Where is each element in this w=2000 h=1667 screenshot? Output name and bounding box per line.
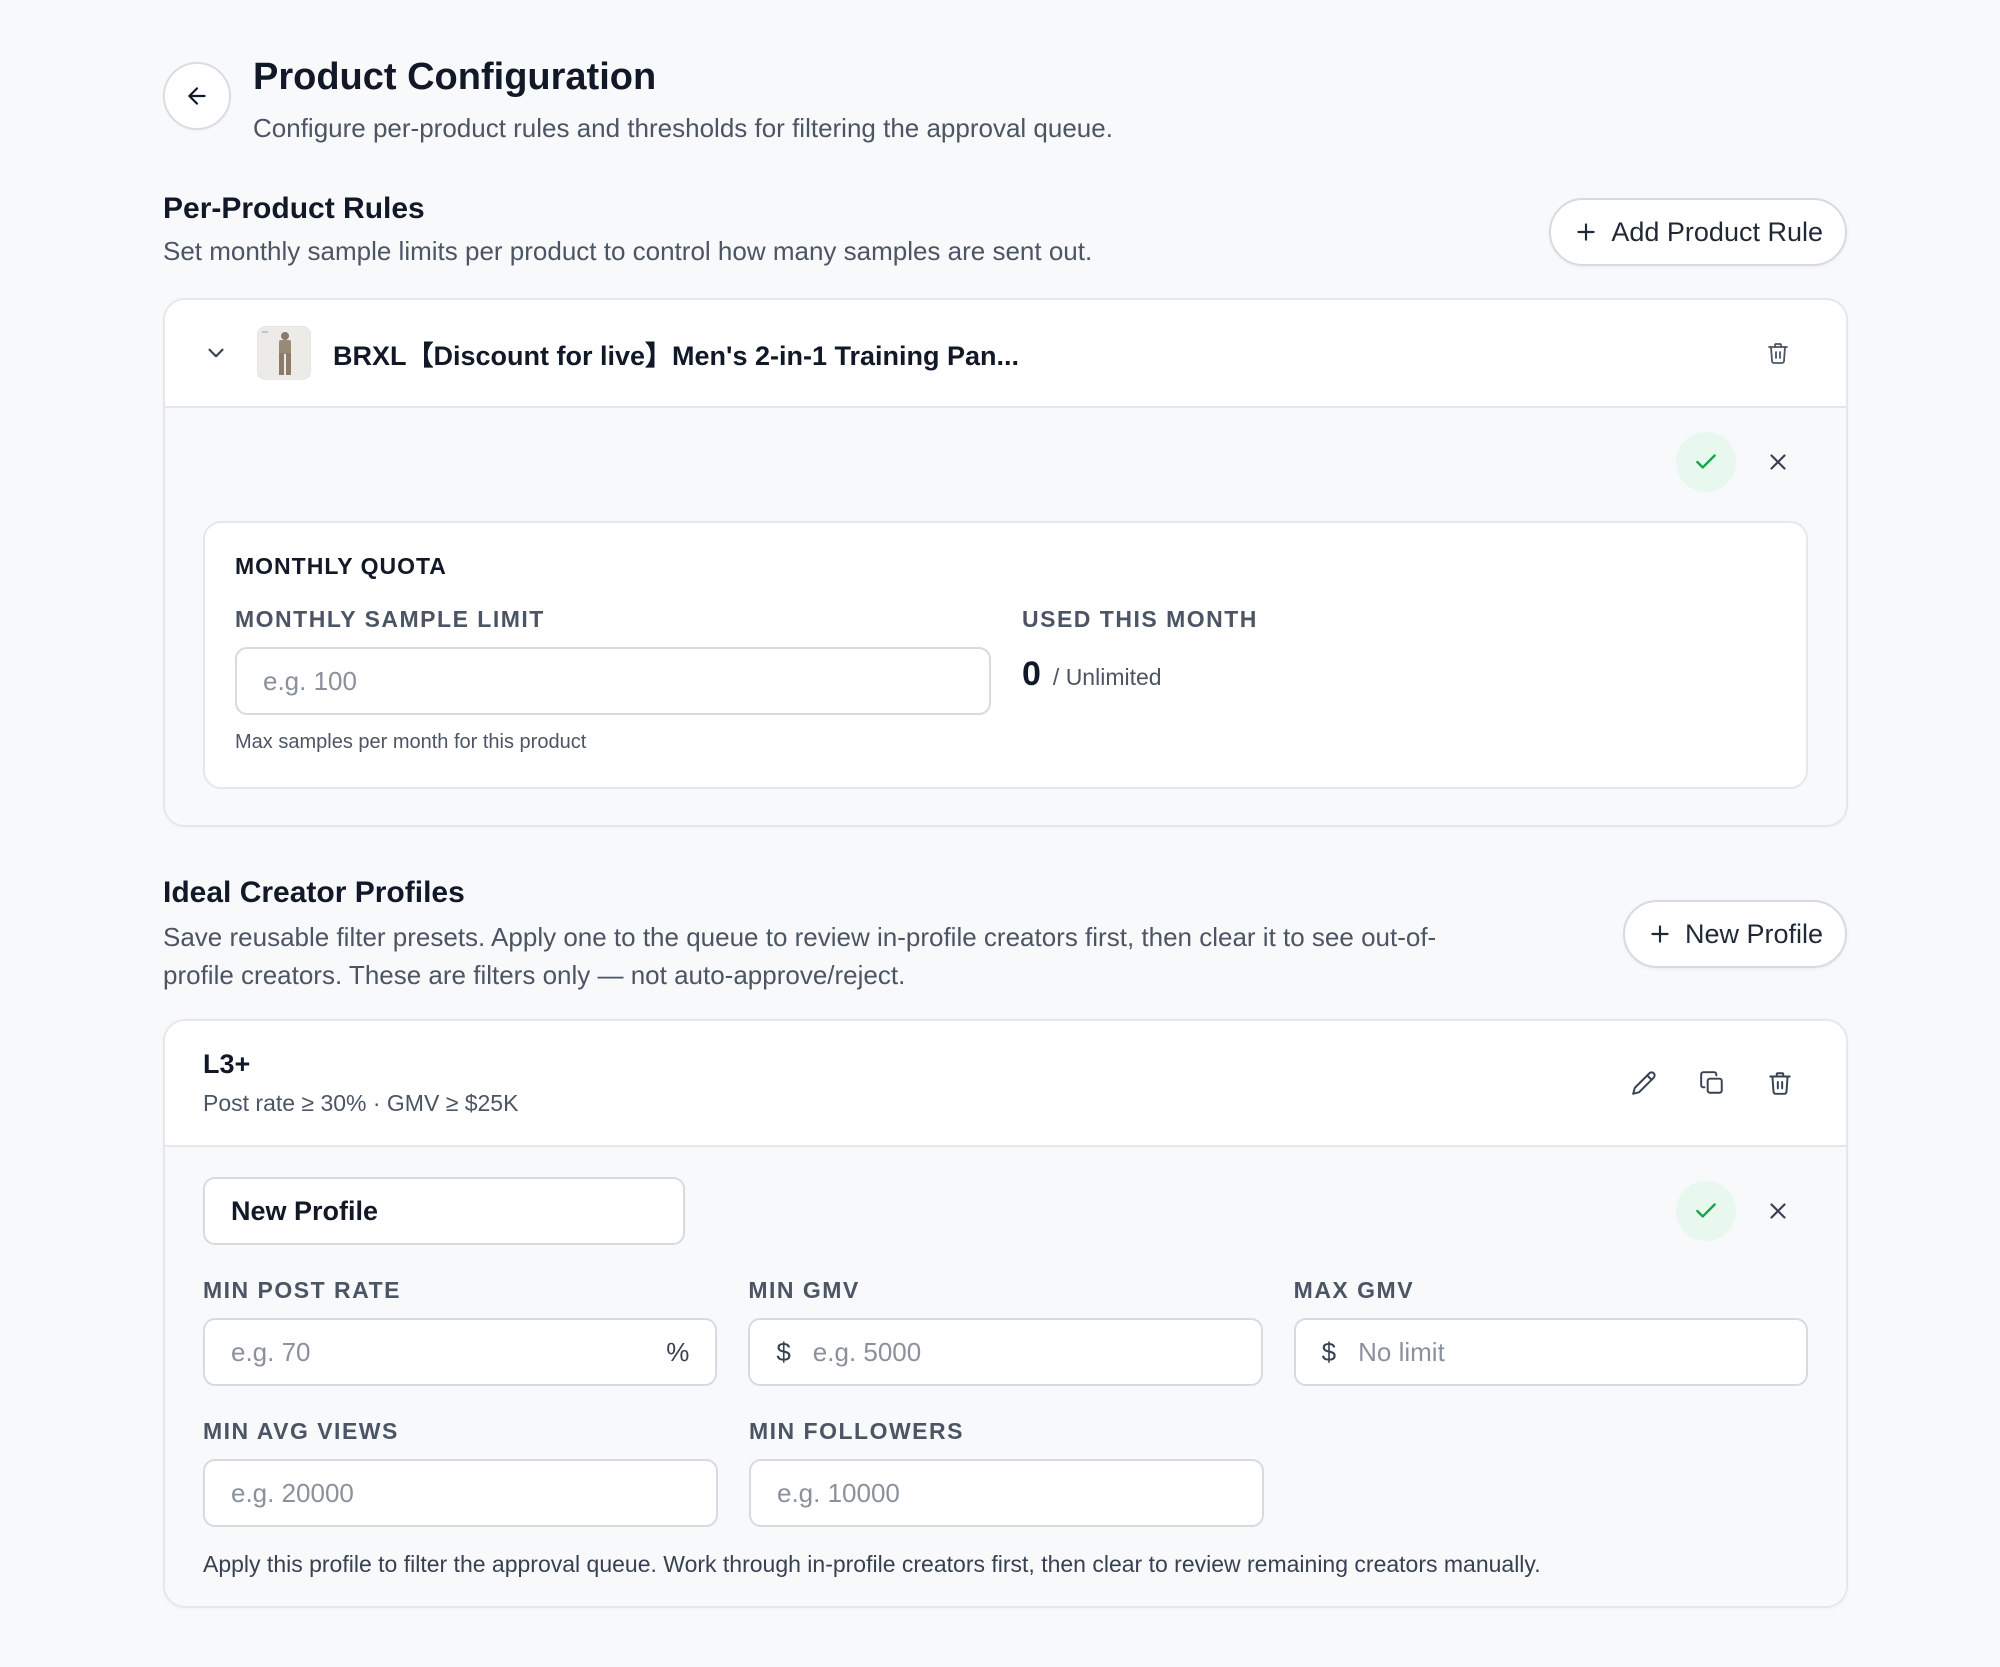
duplicate-profile-button[interactable] — [1684, 1055, 1740, 1111]
min-gmv-group: MIN GMV $ e.g. 5000 — [748, 1277, 1263, 1386]
min-followers-input[interactable]: e.g. 10000 — [749, 1459, 1264, 1527]
per-product-rules-description: Set monthly sample limits per product to… — [163, 236, 1093, 266]
close-icon — [1765, 449, 1791, 475]
copy-icon — [1699, 1070, 1725, 1096]
monthly-sample-limit-placeholder: e.g. 100 — [263, 665, 357, 696]
add-product-rule-button[interactable]: Add Product Rule — [1549, 198, 1847, 266]
creator-profile-header[interactable]: L3+ Post rate ≥ 30% · GMV ≥ $25K — [165, 1021, 1846, 1147]
min-gmv-placeholder: e.g. 5000 — [812, 1336, 922, 1367]
min-gmv-input[interactable]: $ e.g. 5000 — [748, 1318, 1263, 1386]
plus-icon — [1573, 219, 1599, 245]
trash-icon — [1767, 1070, 1793, 1096]
creator-profiles-header: Ideal Creator Profiles Save reusable fil… — [163, 874, 1847, 994]
min-followers-placeholder: e.g. 10000 — [777, 1477, 900, 1508]
profile-fields-row-2: MIN AVG VIEWS e.g. 20000 MIN FOLLOWERS e… — [203, 1418, 1808, 1527]
profile-fields-row-1: MIN POST RATE e.g. 70 % MIN GMV $ e.g. 5… — [203, 1277, 1808, 1386]
max-gmv-label: MAX GMV — [1293, 1277, 1415, 1303]
profile-editor: New Profile MIN POST RATE e.g. 70 % MIN … — [165, 1147, 1846, 1606]
max-gmv-group: MAX GMV $ No limit — [1293, 1277, 1808, 1386]
confirm-product-rule-button[interactable] — [1676, 432, 1736, 492]
creator-profile-info: L3+ Post rate ≥ 30% · GMV ≥ $25K — [203, 1049, 1616, 1117]
close-icon — [1765, 1198, 1791, 1224]
page-subtitle: Configure per-product rules and threshol… — [253, 113, 1113, 143]
used-count: 0 — [1022, 655, 1041, 693]
min-avg-views-group: MIN AVG VIEWS e.g. 20000 — [203, 1418, 718, 1527]
min-avg-views-label: MIN AVG VIEWS — [203, 1418, 399, 1444]
quota-fields: MONTHLY SAMPLE LIMIT e.g. 100 Max sample… — [235, 606, 1776, 754]
new-profile-label: New Profile — [1684, 918, 1823, 949]
used-this-month-value: 0 / Unlimited — [1022, 655, 1258, 694]
trash-icon — [1766, 341, 1790, 365]
per-product-rules-text: Per-Product Rules Set monthly sample lim… — [163, 190, 1092, 270]
product-rule-actions — [1676, 432, 1808, 492]
profile-name-value: New Profile — [231, 1195, 379, 1226]
creator-profiles-title: Ideal Creator Profiles — [163, 876, 465, 909]
max-gmv-placeholder: No limit — [1358, 1336, 1445, 1367]
plus-icon — [1647, 921, 1673, 947]
dollar-prefix: $ — [1321, 1336, 1337, 1367]
edit-profile-button[interactable] — [1616, 1055, 1672, 1111]
profile-footer-note: Apply this profile to filter the approva… — [203, 1551, 1541, 1577]
delete-product-rule-button[interactable] — [1750, 325, 1806, 381]
min-followers-label: MIN FOLLOWERS — [749, 1418, 964, 1444]
profile-editor-actions — [1676, 1181, 1808, 1241]
cancel-product-rule-button[interactable] — [1748, 432, 1808, 492]
check-icon — [1693, 449, 1719, 475]
max-gmv-input[interactable]: $ No limit — [1293, 1318, 1808, 1386]
save-profile-button[interactable] — [1676, 1181, 1736, 1241]
page-title: Product Configuration — [253, 56, 657, 98]
profile-name-input[interactable]: New Profile — [203, 1177, 685, 1245]
monthly-sample-limit-helper: Max samples per month for this product — [235, 731, 587, 753]
monthly-quota-box: MONTHLY QUOTA MONTHLY SAMPLE LIMIT e.g. … — [203, 521, 1808, 789]
used-this-month-group: USED THIS MONTH 0 / Unlimited — [1022, 606, 1258, 754]
creator-profiles-description-line2: profile creators. These are filters only… — [163, 960, 906, 990]
check-icon — [1693, 1198, 1719, 1224]
product-name: BRXL【Discount for live】Men's 2-in-1 Trai… — [333, 340, 1020, 371]
add-product-rule-label: Add Product Rule — [1611, 216, 1823, 247]
creator-profile-actions — [1616, 1055, 1808, 1111]
product-rule-body: MONTHLY QUOTA MONTHLY SAMPLE LIMIT e.g. … — [165, 408, 1846, 825]
product-configuration-page: Product Configuration Configure per-prod… — [0, 0, 2000, 1667]
min-avg-views-placeholder: e.g. 20000 — [231, 1477, 354, 1508]
creator-profiles-description: Save reusable filter presets. Apply one … — [163, 918, 1583, 994]
creator-profiles-description-line1: Save reusable filter presets. Apply one … — [163, 922, 1437, 952]
chevron-down-icon[interactable] — [203, 340, 229, 366]
cancel-profile-button[interactable] — [1748, 1181, 1808, 1241]
pencil-icon — [1631, 1070, 1657, 1096]
min-post-rate-label: MIN POST RATE — [203, 1277, 401, 1303]
new-profile-button[interactable]: New Profile — [1622, 900, 1847, 968]
arrow-left-icon — [184, 83, 210, 109]
per-product-rules-title: Per-Product Rules — [163, 192, 425, 225]
monthly-sample-limit-input[interactable]: e.g. 100 — [235, 647, 991, 715]
percent-suffix: % — [666, 1336, 690, 1367]
product-rule-card: BRXL【Discount for live】Men's 2-in-1 Trai… — [163, 298, 1848, 827]
creator-profile-name: L3+ — [203, 1049, 251, 1079]
used-this-month-label: USED THIS MONTH — [1022, 606, 1258, 632]
profile-editor-top: New Profile — [203, 1177, 1808, 1245]
monthly-sample-limit-group: MONTHLY SAMPLE LIMIT e.g. 100 Max sample… — [235, 606, 991, 754]
page-header: Product Configuration Configure per-prod… — [163, 55, 1113, 145]
back-button[interactable] — [163, 62, 231, 130]
used-total: / Unlimited — [1052, 664, 1162, 690]
min-avg-views-input[interactable]: e.g. 20000 — [203, 1459, 718, 1527]
monthly-quota-title: MONTHLY QUOTA — [235, 553, 447, 579]
creator-profiles-text: Ideal Creator Profiles Save reusable fil… — [163, 874, 1583, 994]
per-product-rules-header: Per-Product Rules Set monthly sample lim… — [163, 190, 1847, 270]
monthly-sample-limit-label: MONTHLY SAMPLE LIMIT — [235, 606, 545, 632]
header-text: Product Configuration Configure per-prod… — [253, 55, 1113, 145]
product-rule-header[interactable]: BRXL【Discount for live】Men's 2-in-1 Trai… — [165, 300, 1846, 408]
min-post-rate-group: MIN POST RATE e.g. 70 % — [203, 1277, 718, 1386]
min-post-rate-input[interactable]: e.g. 70 % — [203, 1318, 718, 1386]
product-thumbnail — [257, 326, 311, 380]
min-followers-group: MIN FOLLOWERS e.g. 10000 — [749, 1418, 1264, 1527]
dollar-prefix: $ — [776, 1336, 791, 1367]
creator-profile-card: L3+ Post rate ≥ 30% · GMV ≥ $25K New Pro… — [163, 1019, 1848, 1608]
delete-profile-button[interactable] — [1752, 1055, 1808, 1111]
min-post-rate-placeholder: e.g. 70 — [231, 1336, 311, 1367]
min-gmv-label: MIN GMV — [748, 1277, 860, 1303]
creator-profile-summary: Post rate ≥ 30% · GMV ≥ $25K — [203, 1090, 519, 1116]
